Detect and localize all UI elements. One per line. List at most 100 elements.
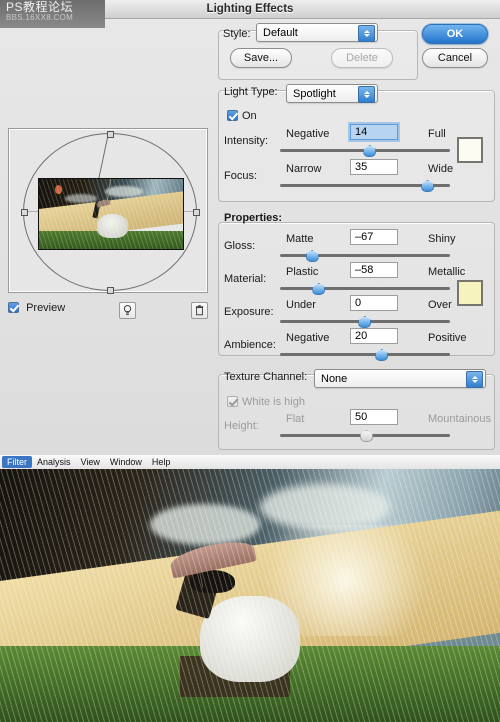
- lightbulb-glyph: [123, 305, 132, 315]
- style-label: Style:: [223, 28, 251, 40]
- ok-button[interactable]: OK: [422, 24, 488, 44]
- preview-canvas[interactable]: [8, 128, 208, 294]
- ellipse-handle-top[interactable]: [107, 131, 114, 138]
- ellipse-handle-right[interactable]: [193, 209, 200, 216]
- preview-pane[interactable]: [8, 128, 208, 294]
- material-value: –58: [355, 264, 374, 276]
- preview-image: [38, 178, 184, 250]
- delete-style-button[interactable]: Delete: [331, 48, 393, 68]
- gloss-label: Gloss:: [224, 240, 256, 252]
- document-canvas[interactable]: [0, 469, 500, 722]
- ambience-field[interactable]: 20: [350, 328, 398, 344]
- material-label: Material:: [224, 273, 267, 285]
- menu-filter[interactable]: Filter: [2, 456, 32, 468]
- exposure-field[interactable]: 0: [350, 295, 398, 311]
- preview-controls-row: Preview: [8, 302, 208, 320]
- trash-glyph: [195, 305, 204, 316]
- focus-value: 35: [355, 161, 368, 173]
- dialog-title: Lighting Effects: [206, 3, 294, 15]
- watermark-line-1: PS教程论坛: [6, 0, 74, 14]
- menu-bar: Filter Analysis View Window Help: [0, 455, 500, 470]
- material-slider-track: [280, 287, 450, 290]
- focus-slider[interactable]: [280, 180, 450, 192]
- preview-rain-overlay: [39, 179, 183, 249]
- intensity-slider[interactable]: [280, 145, 450, 157]
- chevron-updown-icon: [466, 371, 483, 388]
- gloss-slider[interactable]: [280, 250, 450, 262]
- delete-style-label: Delete: [346, 52, 378, 64]
- site-watermark: PS教程论坛 BBS.16XX8.COM: [0, 0, 105, 28]
- gloss-slider-track: [280, 254, 450, 257]
- ok-label: OK: [446, 28, 464, 40]
- material-slider[interactable]: [280, 283, 450, 295]
- height-value: 50: [355, 411, 368, 423]
- material-min-label: Plastic: [286, 266, 319, 278]
- exposure-color-swatch[interactable]: [457, 280, 483, 306]
- exposure-slider-knob[interactable]: [358, 316, 372, 328]
- intensity-min-label: Negative: [286, 128, 330, 140]
- properties-label: Properties:: [224, 212, 283, 224]
- texture-channel-dropdown[interactable]: None: [314, 369, 486, 388]
- ambience-max-label: Positive: [428, 332, 467, 344]
- texture-channel-value: None: [321, 372, 348, 385]
- focus-max-label: Wide: [428, 163, 454, 175]
- height-max-label: Mountainous: [428, 413, 491, 425]
- menu-analysis[interactable]: Analysis: [32, 456, 76, 468]
- intensity-field[interactable]: 14: [350, 124, 398, 140]
- white-is-high-label: White is high: [242, 396, 305, 408]
- preview-checkbox-label: Preview: [26, 302, 66, 314]
- ellipse-handle-left[interactable]: [21, 209, 28, 216]
- chevron-updown-icon: [358, 86, 375, 103]
- save-style-button[interactable]: Save...: [230, 48, 292, 68]
- light-on-label: On: [242, 110, 257, 122]
- exposure-value: 0: [355, 297, 362, 309]
- watermark-line-2: BBS.16XX8.COM: [6, 12, 74, 22]
- ambience-slider-knob[interactable]: [375, 349, 389, 361]
- light-type-value: Spotlight: [293, 87, 336, 100]
- gloss-max-label: Shiny: [428, 233, 456, 245]
- light-type-label: Light Type:: [224, 86, 278, 98]
- gloss-field[interactable]: –67: [350, 229, 398, 245]
- menu-view[interactable]: View: [76, 456, 105, 468]
- ambience-min-label: Negative: [286, 332, 330, 344]
- height-min-label: Flat: [286, 413, 305, 425]
- material-slider-knob[interactable]: [312, 283, 326, 295]
- ambience-slider[interactable]: [280, 349, 450, 361]
- light-on-checkbox[interactable]: [227, 110, 238, 121]
- lighting-effects-dialog: Lighting Effects PS教程论坛 BBS.16XX8.COM Pr…: [0, 0, 500, 456]
- light-type-dropdown[interactable]: Spotlight: [286, 84, 378, 103]
- material-field[interactable]: –58: [350, 262, 398, 278]
- save-style-label: Save...: [243, 52, 279, 64]
- menu-help[interactable]: Help: [147, 456, 176, 468]
- ambience-value: 20: [355, 330, 368, 342]
- cancel-label: Cancel: [437, 52, 473, 64]
- preview-checkbox[interactable]: [8, 302, 19, 313]
- ambience-slider-track: [280, 353, 450, 356]
- intensity-slider-knob[interactable]: [363, 145, 377, 157]
- trash-icon[interactable]: [191, 302, 208, 319]
- focus-slider-knob[interactable]: [421, 180, 435, 192]
- exposure-slider[interactable]: [280, 316, 450, 328]
- intensity-label: Intensity:: [224, 135, 269, 147]
- height-slider[interactable]: [280, 430, 450, 442]
- intensity-color-swatch[interactable]: [457, 137, 483, 163]
- lightbulb-icon[interactable]: [119, 302, 136, 319]
- focus-field[interactable]: 35: [350, 159, 398, 175]
- ambience-label: Ambience:: [224, 339, 276, 351]
- document-rain-overlay: [0, 469, 500, 722]
- focus-label: Focus:: [224, 170, 258, 182]
- gloss-min-label: Matte: [286, 233, 314, 245]
- focus-min-label: Narrow: [286, 163, 322, 175]
- cancel-button[interactable]: Cancel: [422, 48, 488, 68]
- gloss-value: –67: [355, 231, 374, 243]
- gloss-slider-knob[interactable]: [305, 250, 319, 262]
- style-dropdown-value: Default: [263, 26, 298, 39]
- ellipse-handle-bottom[interactable]: [107, 287, 114, 294]
- white-is-high-checkbox[interactable]: [227, 396, 238, 407]
- intensity-value: 14: [355, 126, 368, 138]
- height-slider-knob[interactable]: [360, 430, 373, 442]
- menu-window[interactable]: Window: [105, 456, 147, 468]
- style-dropdown[interactable]: Default: [256, 23, 378, 42]
- chevron-updown-icon: [358, 25, 375, 42]
- height-field[interactable]: 50: [350, 409, 398, 425]
